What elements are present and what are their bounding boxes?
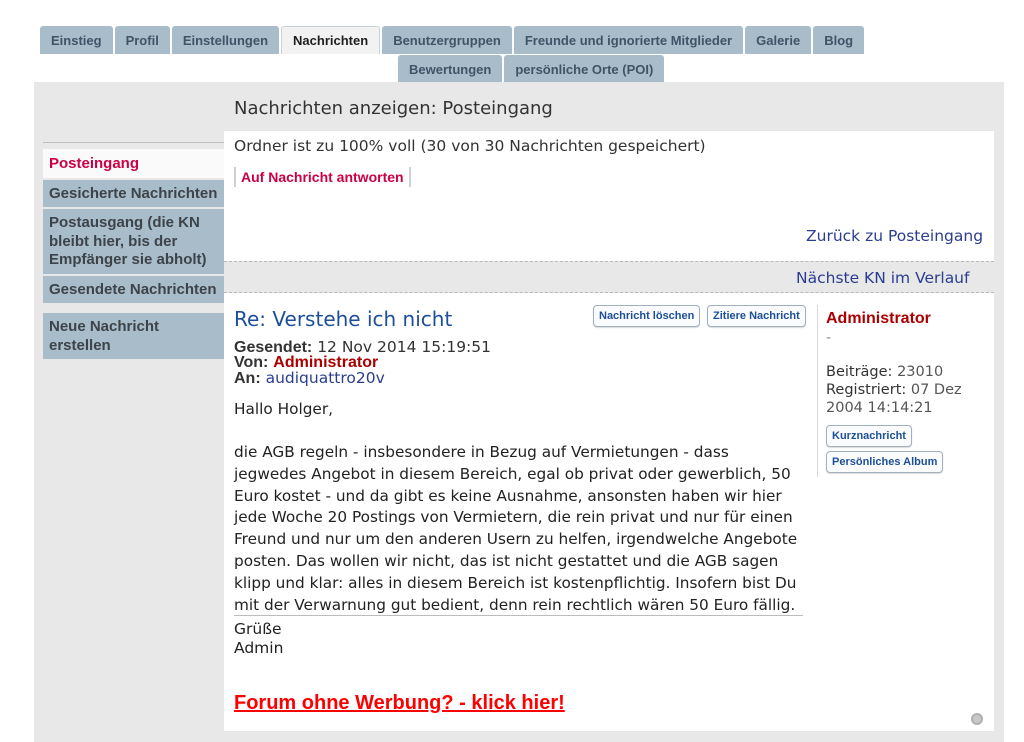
tab-poi[interactable]: persönliche Orte (POI) (504, 55, 665, 83)
back-to-inbox-link[interactable]: Zurück zu Posteingang (806, 227, 983, 245)
page-title: Nachrichten anzeigen: Posteingang (234, 98, 553, 119)
to-row: An: audiquattro20v (234, 369, 385, 388)
message-body: die AGB regeln - insbesondere in Bezug a… (234, 443, 798, 614)
registered-label: Registriert: (826, 382, 907, 398)
to-value[interactable]: audiquattro20v (266, 369, 385, 387)
author-posts: Beiträge: 23010 (826, 363, 991, 381)
folder-status: Ordner ist zu 100% voll (30 von 30 Nachr… (234, 137, 706, 155)
quote-message-button[interactable]: Zitiere Nachricht (707, 305, 806, 327)
author-name[interactable]: Administrator (826, 310, 931, 328)
message-subject: Re: Verstehe ich nicht (234, 307, 453, 331)
tab-einstieg[interactable]: Einstieg (40, 26, 113, 54)
send-pm-button[interactable]: Kurznachricht (826, 425, 912, 447)
tab-blog[interactable]: Blog (813, 26, 865, 54)
messages-sidebar: Posteingang Gesicherte Nachrichten Posta… (43, 142, 224, 361)
sidebar-item-inbox[interactable]: Posteingang (43, 149, 224, 178)
signature-line-1: Grüße (234, 620, 282, 638)
new-message-button[interactable]: Neue Nachricht erstellen (43, 313, 224, 359)
author-registered: Registriert: 07 Dez 2004 14:14:21 (826, 381, 991, 417)
to-label: An: (234, 370, 261, 387)
sidebar-item-saved[interactable]: Gesicherte Nachrichten (43, 179, 224, 207)
sidebar-divider (43, 142, 224, 143)
delete-message-button[interactable]: Nachricht löschen (593, 305, 701, 327)
personal-album-button[interactable]: Persönliches Album (826, 451, 944, 473)
tab-galerie[interactable]: Galerie (745, 26, 812, 54)
scroll-indicator-icon[interactable] (971, 713, 983, 725)
author-rank: - (826, 330, 832, 346)
tab-einstellungen[interactable]: Einstellungen (171, 26, 280, 54)
reply-button[interactable]: Auf Nachricht antworten (234, 167, 411, 187)
sidebar-item-sent[interactable]: Gesendete Nachrichten (43, 275, 224, 303)
tab-freunde[interactable]: Freunde und ignorierte Mitglieder (513, 26, 744, 54)
tab-profil[interactable]: Profil (114, 26, 170, 54)
message-greeting: Hallo Holger, (234, 400, 333, 418)
tab-row-2: Bewertungen persönliche Orte (POI) (398, 55, 665, 83)
signature-line-2: Admin (234, 639, 284, 657)
tab-bewertungen[interactable]: Bewertungen (398, 55, 503, 83)
posts-label: Beiträge: (826, 364, 893, 380)
tab-row-1: Einstieg Profil Einstellungen Nachrichte… (40, 26, 940, 54)
profile-tabs: Einstieg Profil Einstellungen Nachrichte… (40, 26, 940, 83)
promo-link[interactable]: Forum ohne Werbung? - klick hier! (234, 692, 565, 715)
tab-nachrichten[interactable]: Nachrichten (281, 26, 381, 54)
tab-benutzergruppen[interactable]: Benutzergruppen (382, 26, 512, 54)
signature: Grüße Admin (234, 620, 283, 658)
author-divider (817, 305, 818, 477)
signature-divider (234, 615, 803, 616)
posts-value: 23010 (897, 364, 944, 380)
sidebar-item-outbox[interactable]: Postausgang (die KN bleibt hier, bis der… (43, 209, 224, 274)
next-message-link[interactable]: Nächste KN im Verlauf (796, 269, 969, 287)
